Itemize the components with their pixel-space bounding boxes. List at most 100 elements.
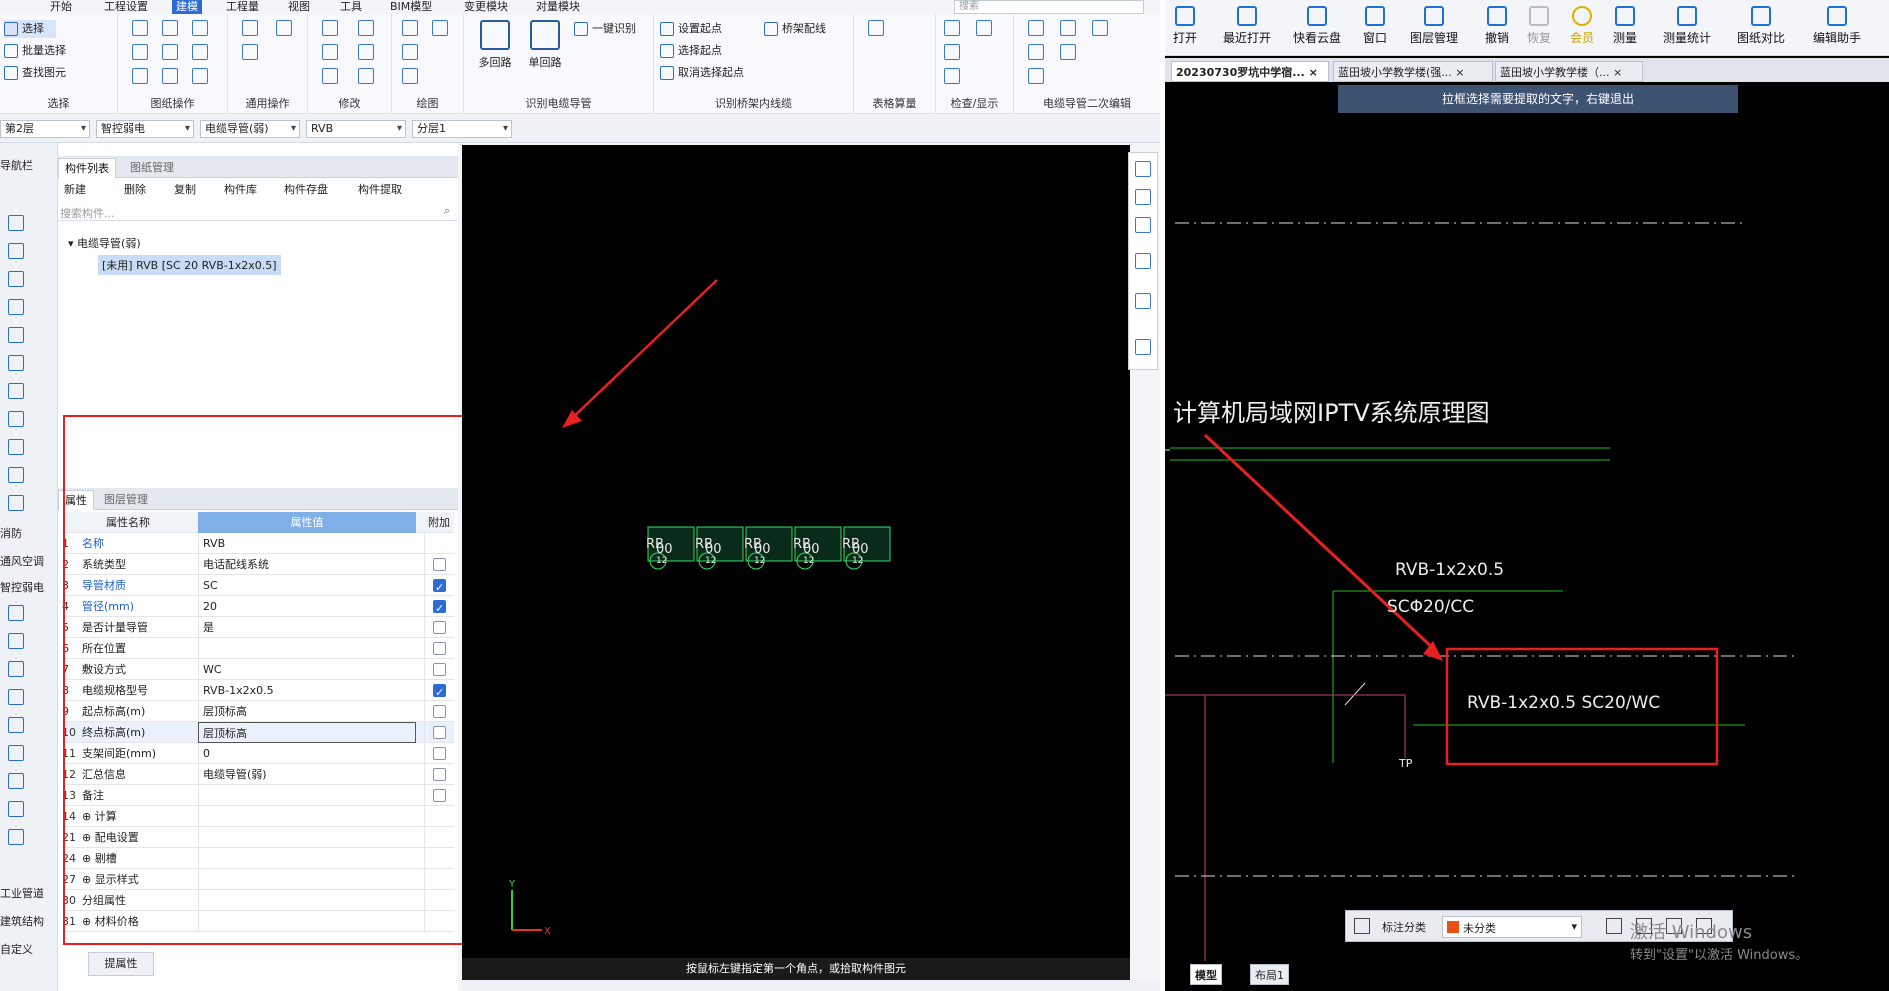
menu-project-settings[interactable]: 工程设置	[100, 0, 152, 14]
vip-button[interactable]: 会员	[1570, 6, 1594, 46]
nav-icon-7[interactable]	[8, 383, 24, 399]
save-component-button[interactable]: 构件存盘	[284, 181, 328, 197]
mirror-icon[interactable]	[358, 44, 374, 60]
delete-icon[interactable]	[192, 68, 208, 84]
offset-icon[interactable]	[322, 68, 338, 84]
tab-drawing-manage[interactable]: 图纸管理	[124, 158, 180, 178]
single-loop-button[interactable]: 单回路	[522, 20, 568, 70]
menu-modeling[interactable]: 建模	[172, 0, 202, 14]
choose-start-button[interactable]: 选择起点	[660, 42, 722, 60]
nav-icon-20[interactable]	[8, 829, 24, 845]
split2-icon[interactable]	[1028, 44, 1044, 60]
view-3d-icon[interactable]	[1135, 161, 1151, 177]
edit-icon[interactable]	[1606, 918, 1622, 934]
nav-icon-19[interactable]	[8, 801, 24, 817]
component-search[interactable]: 搜索构件... ⌕	[58, 203, 458, 221]
doc-tab-2[interactable]: 蓝田坡小学教学楼(强... ×	[1333, 61, 1493, 82]
tab-model[interactable]: 模型	[1190, 964, 1222, 985]
measure-stats-button[interactable]: 测量统计	[1663, 6, 1711, 46]
measure-button[interactable]: 测量	[1613, 6, 1637, 46]
menu-quantity[interactable]: 工程量	[222, 0, 263, 14]
nav-icon-6[interactable]	[8, 355, 24, 371]
type-select[interactable]: 电缆导管(弱)	[200, 120, 300, 138]
nav-icon-10[interactable]	[8, 467, 24, 483]
close-icon[interactable]: ×	[1613, 66, 1622, 79]
menu-tools[interactable]: 工具	[336, 0, 366, 14]
layer-select[interactable]: 分层1	[412, 120, 512, 138]
menu-start[interactable]: 开始	[46, 0, 76, 14]
recent-button[interactable]: 最近打开	[1223, 6, 1271, 46]
window-button[interactable]: 窗口	[1363, 6, 1387, 46]
nav-icon-2[interactable]	[8, 243, 24, 259]
tree-parent[interactable]: ▾ 电缆导管(弱)	[68, 235, 141, 251]
menu-change[interactable]: 变更模块	[460, 0, 512, 14]
draw-rect-icon[interactable]	[402, 44, 418, 60]
nav-fire[interactable]: 消防	[0, 525, 22, 541]
rotate-view-icon[interactable]	[1135, 293, 1151, 309]
view-cube-icon[interactable]	[1135, 253, 1151, 269]
cad-canvas[interactable]: RB 00 12 RB 00 12 RB 00 12 RB 00 12 RB 00 12 Y X	[462, 145, 1130, 958]
view-list-icon[interactable]	[1135, 339, 1151, 355]
nav-icon-14[interactable]	[8, 661, 24, 677]
line-icon[interactable]	[162, 44, 178, 60]
edit-assistant-button[interactable]: 编辑助手	[1813, 6, 1861, 46]
circle-icon[interactable]	[358, 68, 374, 84]
nav-icon-13[interactable]	[8, 633, 24, 649]
delete-button[interactable]: 删除	[124, 181, 146, 197]
doc-tab-3[interactable]: 蓝田坡小学教学楼（... ×	[1495, 61, 1643, 82]
nav-icon-18[interactable]	[8, 773, 24, 789]
new-button[interactable]: 新建	[64, 181, 86, 197]
close-icon[interactable]: ×	[1455, 66, 1464, 79]
edit-icon[interactable]	[322, 20, 338, 36]
floor-icon[interactable]	[276, 20, 292, 36]
nav-icon-4[interactable]	[8, 299, 24, 315]
floor-select[interactable]: 第2层	[0, 120, 90, 138]
nav-icon-11[interactable]	[8, 495, 24, 511]
layer-manage-button[interactable]: 图层管理	[1410, 6, 1458, 46]
set-start-button[interactable]: 设置起点	[660, 20, 722, 38]
library-button[interactable]: 构件库	[224, 181, 257, 197]
tab-layout1[interactable]: 布局1	[1250, 964, 1289, 985]
close-icon[interactable]: ×	[1309, 66, 1318, 79]
redo-button[interactable]: 恢复	[1527, 6, 1551, 46]
split-icon[interactable]	[162, 68, 178, 84]
category-select[interactable]: 智控弱电	[96, 120, 194, 138]
scale-icon[interactable]	[162, 20, 178, 36]
compare-button[interactable]: 图纸对比	[1737, 6, 1785, 46]
draw-point-icon[interactable]	[432, 20, 448, 36]
open-button[interactable]: 打开	[1173, 6, 1197, 46]
nav-icon-12[interactable]	[8, 605, 24, 621]
nav-icon-17[interactable]	[8, 745, 24, 761]
cloud-button[interactable]: 快看云盘	[1293, 6, 1341, 46]
nav-icon-15[interactable]	[8, 689, 24, 705]
doc-tab-1[interactable]: 20230730罗坑中学宿... ×	[1171, 61, 1329, 82]
nav-icon-1[interactable]	[8, 215, 24, 231]
table-icon[interactable]	[868, 20, 884, 36]
menu-bim[interactable]: BIM模型	[386, 0, 436, 14]
onekey-identify-button[interactable]: 一键识别	[574, 20, 636, 38]
list-icon[interactable]	[944, 44, 960, 60]
check-icon[interactable]	[944, 20, 960, 36]
edit2-icon[interactable]	[1028, 20, 1044, 36]
cancel-start-button[interactable]: 取消选择起点	[660, 64, 744, 82]
right-cad-view[interactable]: 计算机局域网IPTV系统原理图 RVB-1x2x0.5 SCΦ20/CC RVB…	[1165, 113, 1889, 961]
match-icon[interactable]	[242, 44, 258, 60]
grid-icon[interactable]	[1354, 918, 1370, 934]
nav-icon-16[interactable]	[8, 717, 24, 733]
select-button[interactable]: 选择	[4, 20, 56, 38]
extract-property-button[interactable]: 提属性	[88, 952, 154, 976]
name-select[interactable]: RVB	[306, 120, 406, 138]
copy-icon[interactable]	[192, 20, 208, 36]
undo-button[interactable]: 撤销	[1485, 6, 1509, 46]
label-class-select[interactable]: 未分类 ▾	[1442, 916, 1582, 938]
extend-icon[interactable]	[358, 20, 374, 36]
nav-icon-8[interactable]	[8, 411, 24, 427]
find-primitive-button[interactable]: 查找图元	[4, 64, 66, 82]
menu-compare[interactable]: 对量模块	[532, 0, 584, 14]
grid-icon[interactable]	[132, 68, 148, 84]
batch-select-button[interactable]: 批量选择	[4, 42, 66, 60]
nav-icon-3[interactable]	[8, 271, 24, 287]
layer-icon[interactable]	[132, 44, 148, 60]
view-box-icon[interactable]	[1135, 217, 1151, 233]
copy-to-icon[interactable]	[242, 20, 258, 36]
